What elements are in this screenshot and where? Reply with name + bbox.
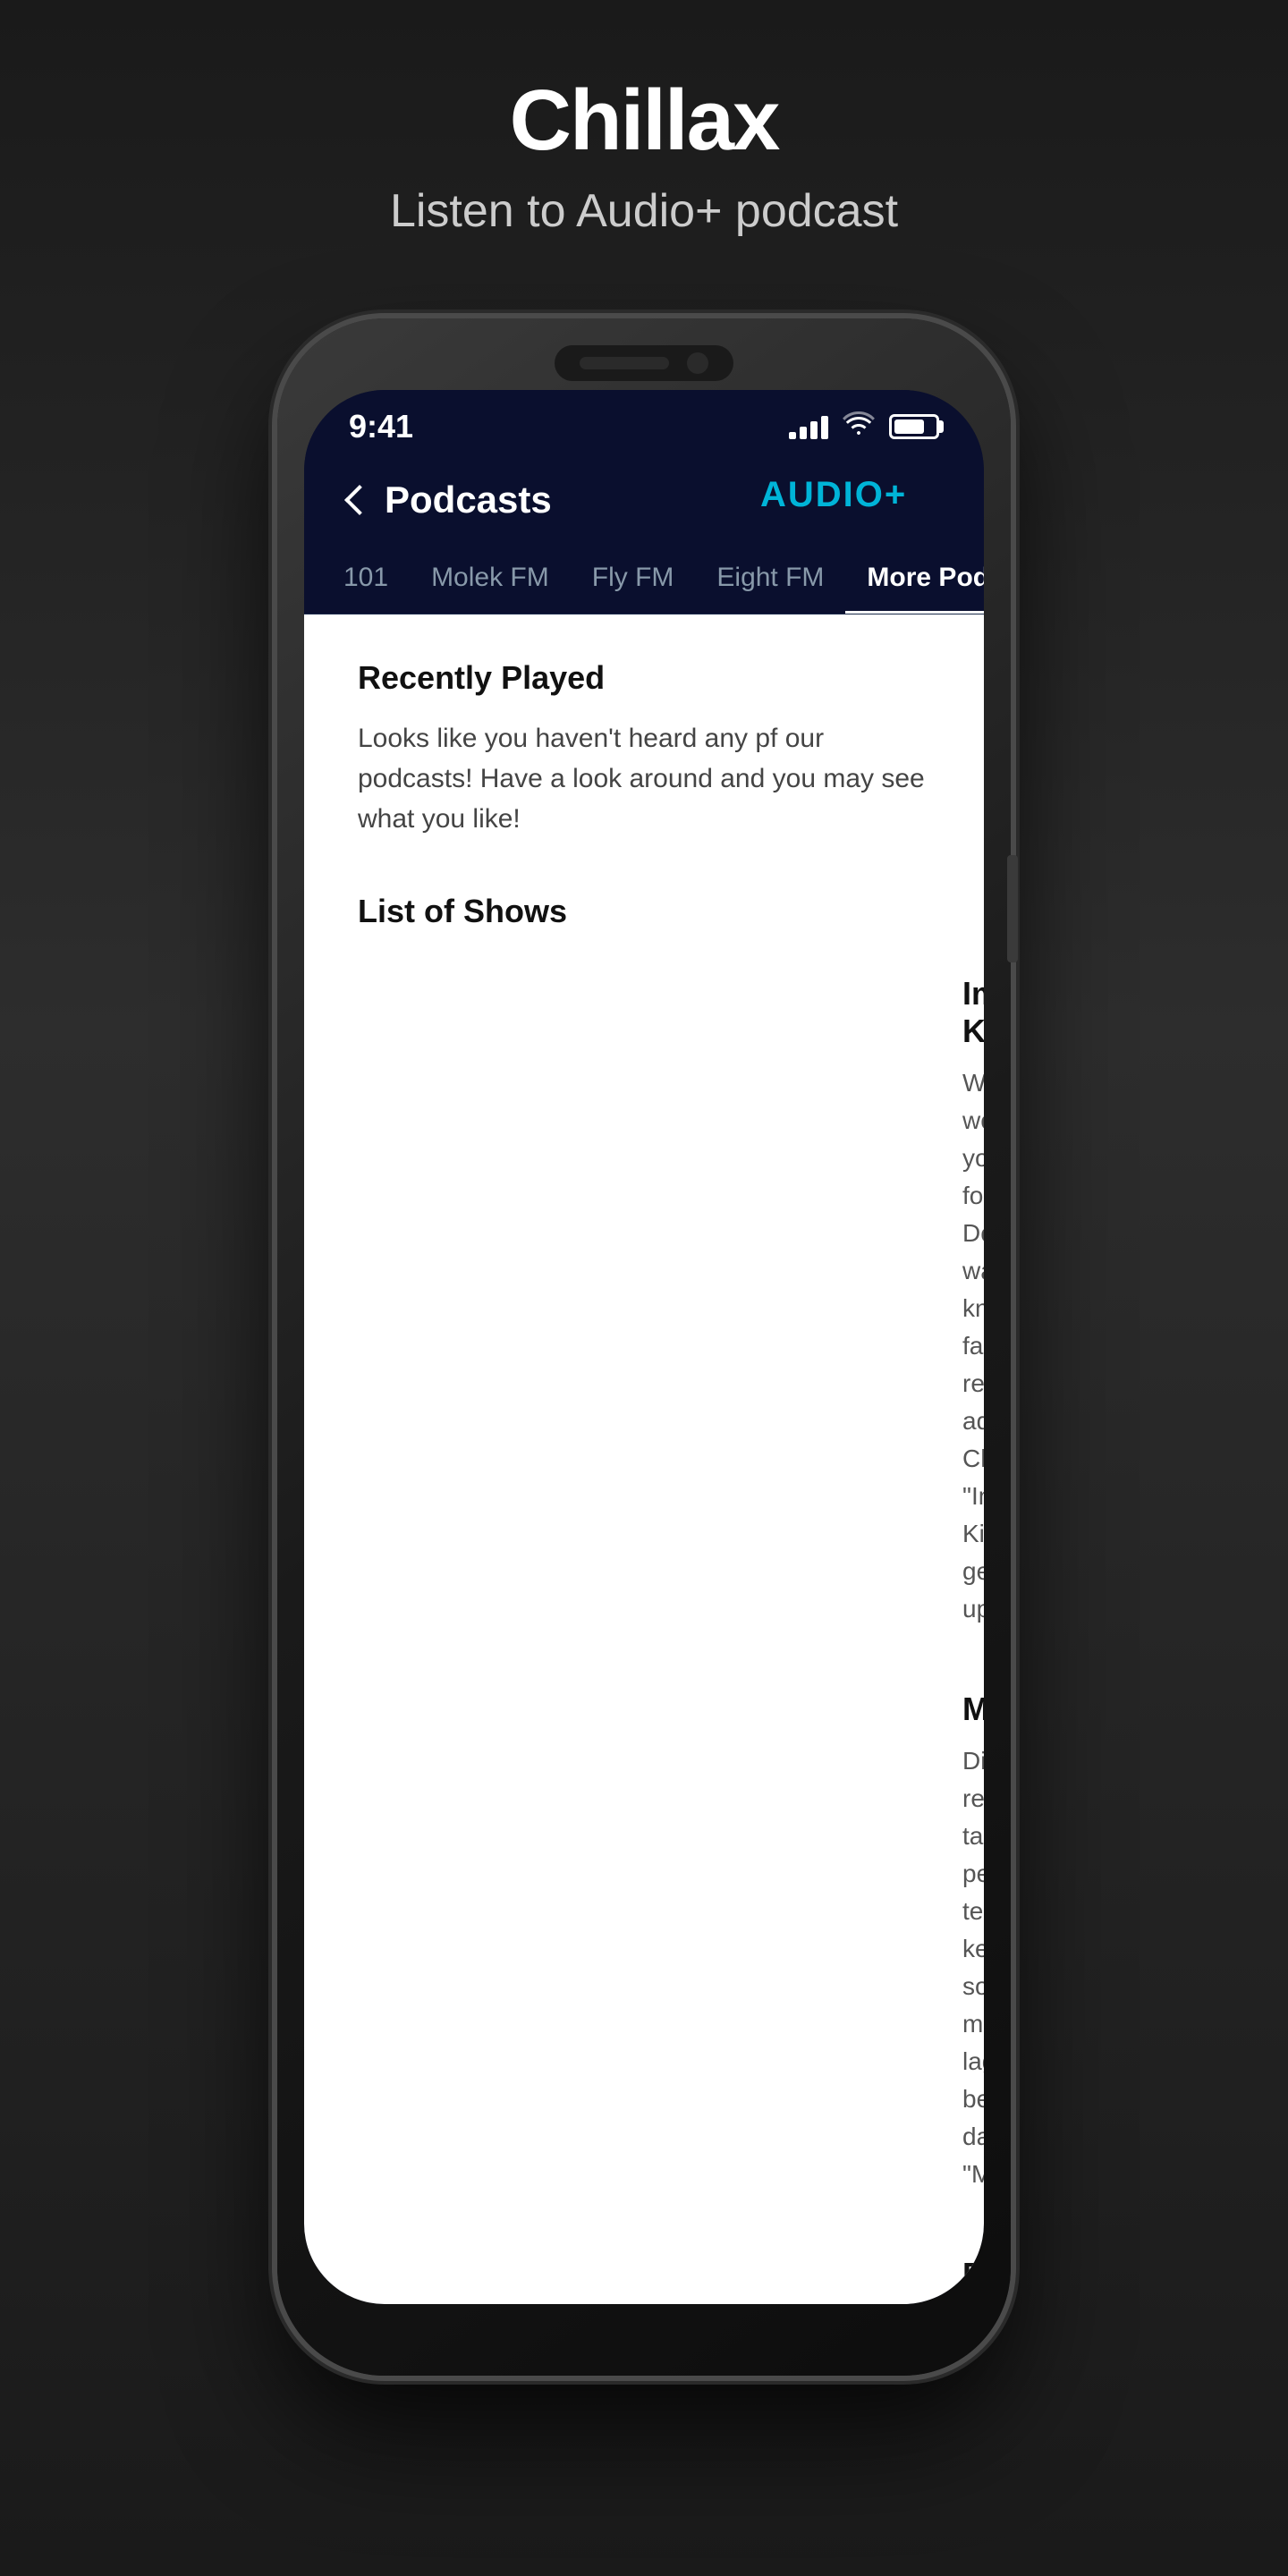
- show-item-millennialist[interactable]: skills talents knowledge career growth: [358, 1682, 930, 2193]
- tab-bar: 101 Molek FM Fly FM Eight FM More Podcas: [304, 545, 984, 614]
- tab-fly-fm[interactable]: Fly FM: [571, 545, 696, 614]
- phone-notch: [555, 345, 733, 381]
- app-header: Podcasts AUDIO+: [304, 454, 984, 545]
- tab-eight-fm[interactable]: Eight FM: [695, 545, 845, 614]
- back-arrow-icon: [344, 485, 375, 515]
- show-info-imelda: Imelda's Kitchen What would be your meal…: [962, 966, 984, 1628]
- audio-plus-logo: AUDIO+: [760, 472, 939, 527]
- page-header: Chillax Listen to Audio+ podcast: [277, 0, 1011, 292]
- signal-bar-4: [821, 416, 828, 439]
- page-title: Chillax: [277, 72, 1011, 170]
- show-info-penang: Penang 仔 – 阿嘉 & 联理 来自槟城的歌手方炯嘉首次以槟城福建话和他的…: [962, 2247, 984, 2304]
- recently-played-title: Recently Played: [358, 659, 930, 697]
- phone-shell: 9:41: [277, 318, 1011, 2376]
- status-bar: 9:41: [304, 390, 984, 454]
- battery-fill: [894, 419, 924, 434]
- header-title: Podcasts: [385, 479, 552, 521]
- signal-bar-3: [810, 421, 818, 439]
- phone-speaker: [580, 357, 669, 369]
- show-item-penang[interactable]: AUD10+ Penang 仔-阿嘉 & 联理 Penang 仔 – 阿嘉 & …: [358, 2247, 930, 2304]
- phone-mockup: 9:41: [277, 318, 1011, 2376]
- page-background: Chillax Listen to Audio+ podcast 9:41: [277, 0, 1011, 2376]
- list-of-shows-title: List of Shows: [358, 893, 930, 930]
- tab-molek-fm[interactable]: Molek FM: [410, 545, 571, 614]
- show-desc-imelda: What would be your meal for today? Do yo…: [962, 1064, 984, 1628]
- show-name-imelda: Imelda's Kitchen: [962, 975, 984, 1050]
- logo-text: AUDIO+: [760, 472, 939, 527]
- svg-text:AUDIO+: AUDIO+: [760, 475, 907, 514]
- phone-screen: 9:41: [304, 390, 984, 2304]
- signal-bar-2: [800, 427, 807, 439]
- status-icons: [789, 411, 939, 443]
- signal-bars-icon: [789, 414, 828, 439]
- show-item-imelda[interactable]: AUD10+ IMELDA'S KITCHEN Imelda's Kitchen…: [358, 966, 930, 1628]
- phone-camera: [687, 352, 708, 374]
- tab-101[interactable]: 101: [322, 545, 410, 614]
- recently-played-message: Looks like you haven't heard any pf our …: [358, 718, 930, 839]
- battery-icon: [889, 414, 939, 439]
- page-subtitle: Listen to Audio+ podcast: [277, 184, 1011, 238]
- show-desc-millennialist: Dilema anak remaja selepas tamat pengaji…: [962, 1742, 984, 2193]
- wifi-icon: [843, 411, 875, 443]
- signal-bar-1: [789, 432, 796, 439]
- show-name-penang: Penang 仔 – 阿嘉 & 联理: [962, 2256, 984, 2304]
- tab-more-podcasts[interactable]: More Podcas: [845, 545, 984, 614]
- show-name-millennialist: Millennialist: [962, 1690, 984, 1728]
- scroll-content: Recently Played Looks like you haven't h…: [304, 614, 984, 2304]
- phone-side-button: [1007, 855, 1018, 962]
- back-button[interactable]: Podcasts: [349, 479, 552, 521]
- status-time: 9:41: [349, 408, 413, 445]
- content-area: Recently Played Looks like you haven't h…: [304, 614, 984, 2304]
- show-info-millennialist: Millennialist Dilema anak remaja selepas…: [962, 1682, 984, 2193]
